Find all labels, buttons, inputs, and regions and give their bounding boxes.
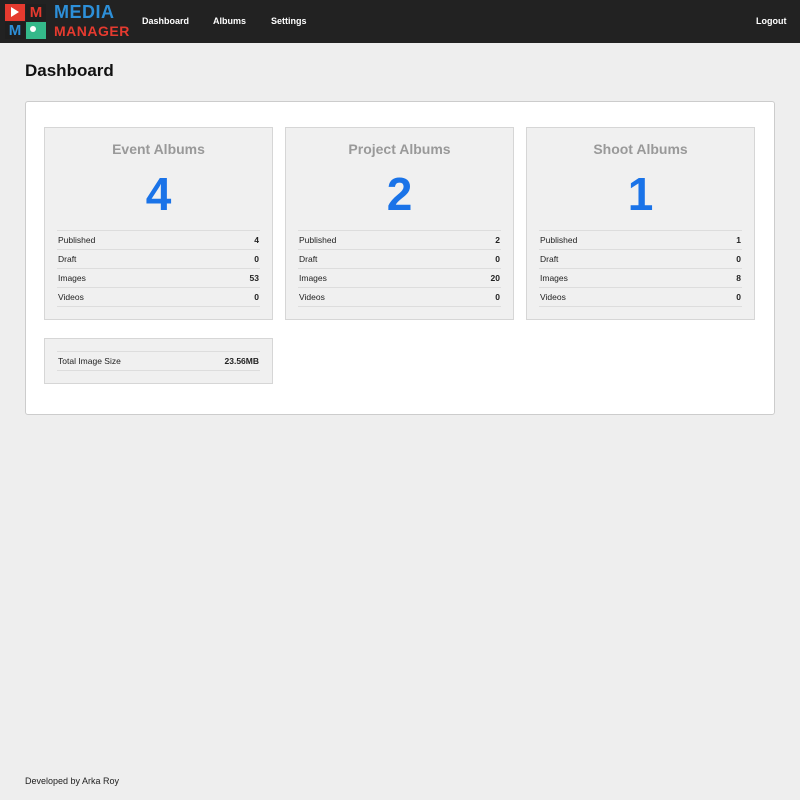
- logo-tiles: M M: [5, 4, 47, 40]
- play-icon: [5, 4, 25, 21]
- stat-label: Images: [540, 273, 568, 283]
- stats-list: Published 4 Draft 0 Images 53 Videos 0: [57, 230, 260, 307]
- stat-value: 0: [254, 292, 259, 302]
- stat-label: Published: [58, 235, 96, 245]
- total-size-value: 23.56MB: [224, 356, 260, 366]
- album-count: 4: [145, 168, 172, 220]
- stat-value: 4: [254, 235, 259, 245]
- footer-credit: Developed by Arka Roy: [25, 776, 120, 786]
- card-title: Shoot Albums: [593, 141, 688, 157]
- logo-letter-m: M: [5, 22, 25, 39]
- card-title: Project Albums: [348, 141, 451, 157]
- stat-label: Draft: [540, 254, 559, 264]
- logo-text-manager: MANAGER: [54, 23, 130, 39]
- dashboard-panel: Event Albums 4 Published 4 Draft 0 Image…: [25, 101, 775, 415]
- total-size-row: Total Image Size 23.56MB: [57, 351, 260, 371]
- album-count: 1: [627, 168, 654, 220]
- stat-row-published: Published 2: [298, 231, 501, 250]
- stat-row-images: Images 8: [539, 269, 742, 288]
- stat-value: 0: [254, 254, 259, 264]
- stat-label: Images: [299, 273, 327, 283]
- logout-link[interactable]: Logout: [756, 0, 787, 43]
- stat-value: 1: [736, 235, 741, 245]
- image-icon: [26, 22, 46, 39]
- stat-row-draft: Draft 0: [539, 250, 742, 269]
- album-count: 2: [386, 168, 413, 220]
- stat-label: Images: [58, 273, 86, 283]
- stat-label: Videos: [299, 292, 325, 302]
- stat-row-images: Images 20: [298, 269, 501, 288]
- stat-value: 0: [495, 292, 500, 302]
- page-title: Dashboard: [25, 61, 114, 80]
- stat-row-published: Published 4: [57, 231, 260, 250]
- logo-text: MEDIA MANAGER: [54, 2, 130, 40]
- stats-list: Published 1 Draft 0 Images 8 Videos 0: [539, 230, 742, 307]
- stats-list: Published 2 Draft 0 Images 20 Videos 0: [298, 230, 501, 307]
- top-navbar: M M MEDIA MANAGER Dashboard Albums Setti…: [0, 0, 800, 43]
- stat-row-videos: Videos 0: [298, 288, 501, 307]
- stat-value: 53: [249, 273, 259, 283]
- stat-label: Videos: [540, 292, 566, 302]
- logo-text-media: MEDIA: [54, 2, 115, 22]
- event-albums-card: Event Albums 4 Published 4 Draft 0 Image…: [44, 127, 273, 320]
- logo-letter-m: M: [26, 4, 46, 21]
- stat-value: 8: [736, 273, 741, 283]
- stat-label: Draft: [58, 254, 77, 264]
- project-albums-card: Project Albums 2 Published 2 Draft 0 Ima…: [285, 127, 514, 320]
- stat-label: Videos: [58, 292, 84, 302]
- stat-row-videos: Videos 0: [57, 288, 260, 307]
- stat-value: 0: [495, 254, 500, 264]
- total-size-label: Total Image Size: [58, 356, 121, 366]
- media-manager-logo[interactable]: M M MEDIA MANAGER: [5, 2, 130, 40]
- nav-settings[interactable]: Settings: [271, 0, 307, 43]
- stat-value: 0: [736, 292, 741, 302]
- stat-row-images: Images 53: [57, 269, 260, 288]
- card-title: Event Albums: [112, 141, 205, 157]
- stat-value: 2: [495, 235, 500, 245]
- stat-row-draft: Draft 0: [298, 250, 501, 269]
- nav-dashboard[interactable]: Dashboard: [142, 0, 189, 43]
- stat-row-videos: Videos 0: [539, 288, 742, 307]
- stat-row-draft: Draft 0: [57, 250, 260, 269]
- stat-row-published: Published 1: [539, 231, 742, 250]
- stat-value: 0: [736, 254, 741, 264]
- nav-albums[interactable]: Albums: [213, 0, 246, 43]
- stat-label: Published: [299, 235, 337, 245]
- stat-value: 20: [490, 273, 500, 283]
- stat-label: Published: [540, 235, 578, 245]
- shoot-albums-card: Shoot Albums 1 Published 1 Draft 0 Image…: [526, 127, 755, 320]
- stat-label: Draft: [299, 254, 318, 264]
- total-size-card: Total Image Size 23.56MB: [44, 338, 273, 384]
